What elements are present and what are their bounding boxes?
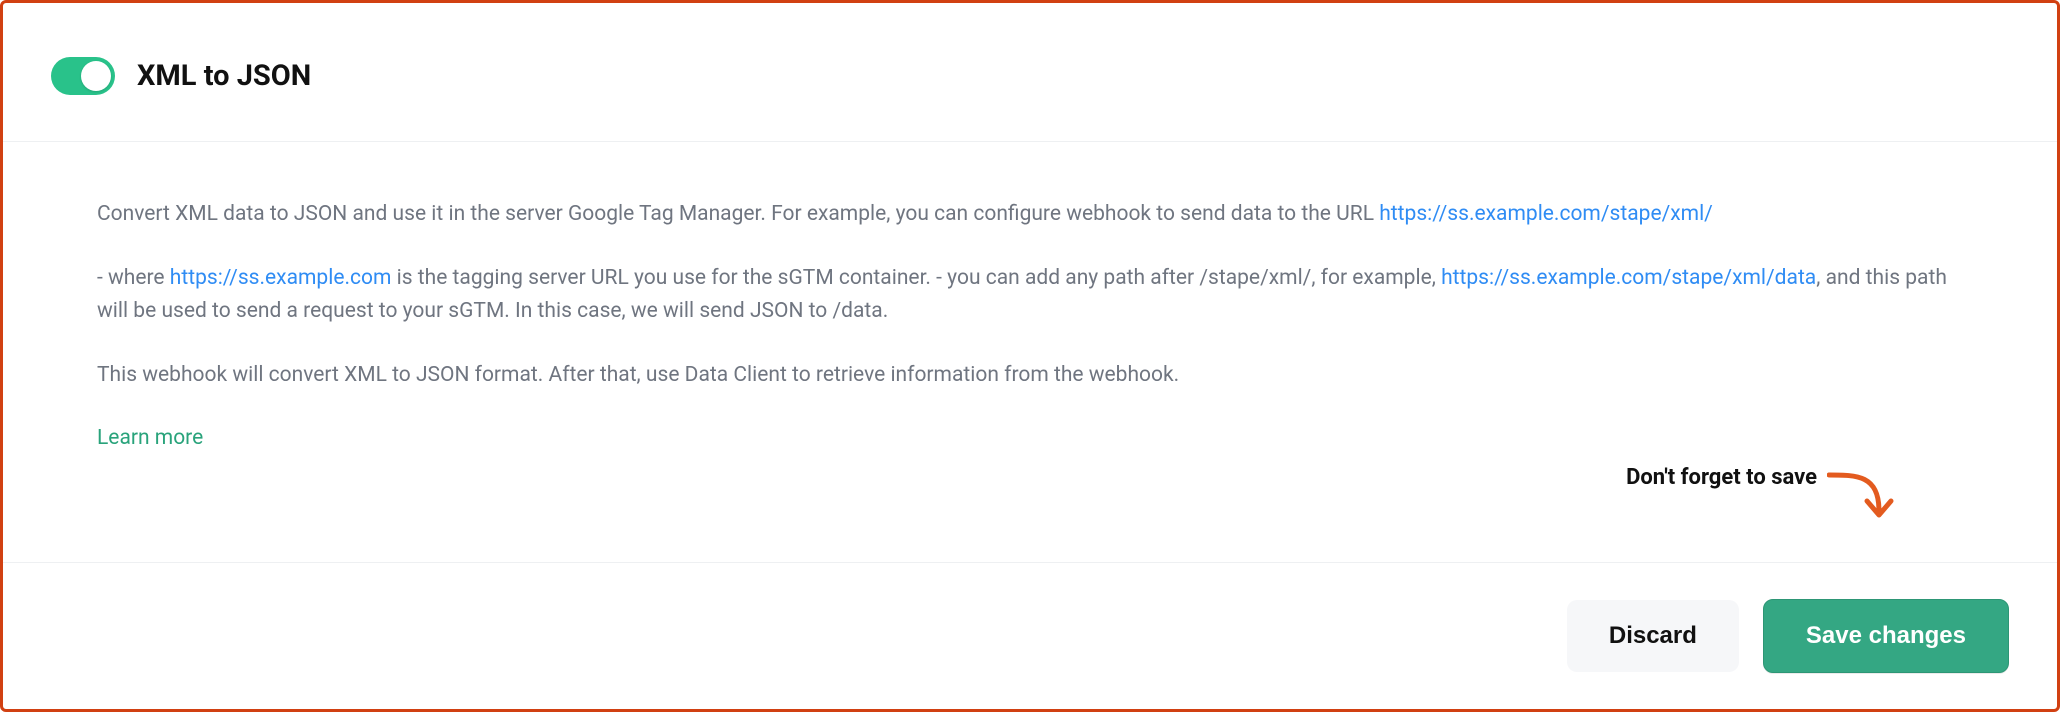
panel-footer: Discard Save changes (3, 562, 2057, 709)
discard-button[interactable]: Discard (1567, 600, 1739, 672)
learn-more-link[interactable]: Learn more (97, 422, 203, 456)
save-changes-button[interactable]: Save changes (1763, 599, 2009, 673)
xml-to-json-toggle[interactable] (51, 57, 115, 95)
toggle-knob (81, 61, 111, 91)
webhook-url-link[interactable]: https://ss.example.com/stape/xml/ (1379, 202, 1713, 226)
panel-header: XML to JSON (3, 3, 2057, 142)
description-paragraph-1: Convert XML data to JSON and use it in t… (97, 198, 1963, 232)
settings-panel: XML to JSON Convert XML data to JSON and… (0, 0, 2060, 712)
tagging-server-url-link[interactable]: https://ss.example.com (170, 266, 392, 290)
arrow-icon (1827, 463, 1897, 527)
save-reminder-annotation: Don't forget to save (1626, 463, 1897, 527)
example-path-url-link[interactable]: https://ss.example.com/stape/xml/data (1441, 266, 1816, 290)
description-paragraph-3: This webhook will convert XML to JSON fo… (97, 359, 1963, 393)
text-segment: - where (97, 266, 170, 290)
description-paragraph-2: - where https://ss.example.com is the ta… (97, 262, 1963, 329)
annotation-text: Don't forget to save (1626, 465, 1817, 490)
text-segment: Convert XML data to JSON and use it in t… (97, 202, 1379, 226)
panel-title: XML to JSON (137, 59, 311, 93)
text-segment: is the tagging server URL you use for th… (391, 266, 1441, 290)
